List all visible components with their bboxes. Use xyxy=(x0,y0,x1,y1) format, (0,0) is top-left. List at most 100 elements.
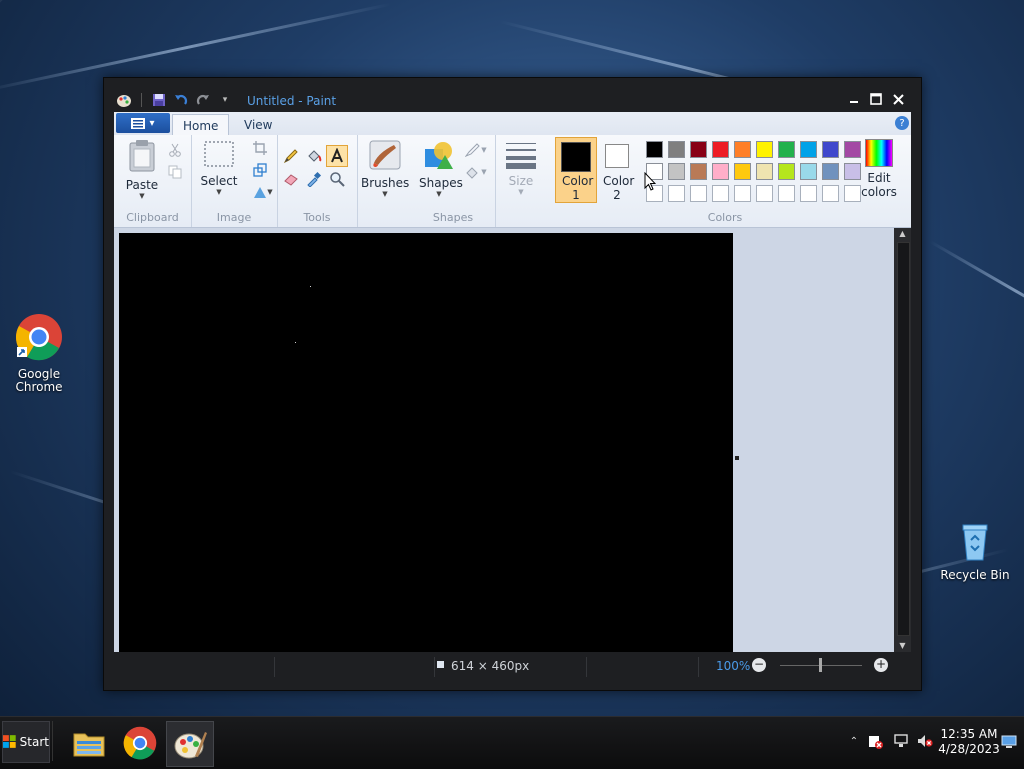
zoom-slider-thumb[interactable] xyxy=(819,658,822,672)
palette-swatch[interactable] xyxy=(800,141,817,158)
palette-swatch[interactable] xyxy=(734,141,751,158)
close-icon xyxy=(892,93,904,105)
crop-icon xyxy=(253,141,267,155)
chrome-icon xyxy=(123,726,157,760)
canvas-workspace[interactable] xyxy=(114,228,894,652)
group-colors: Color 1 Color 2 Edit colors Colors xyxy=(545,135,905,227)
palette-swatch-empty[interactable] xyxy=(800,185,817,202)
copy-button[interactable] xyxy=(164,161,186,183)
eraser-tool[interactable] xyxy=(280,168,302,190)
undo-icon[interactable] xyxy=(173,92,189,108)
customize-qat-icon[interactable]: ▾ xyxy=(217,92,233,108)
title-bar[interactable]: ▾ Untitled - Paint xyxy=(104,78,921,112)
brushes-button[interactable]: Brushes ▼ xyxy=(361,139,409,198)
network-icon[interactable] xyxy=(892,731,910,751)
shapes-button[interactable]: Shapes ▼ xyxy=(419,139,463,198)
palette-swatch[interactable] xyxy=(822,141,839,158)
scrollbar-thumb[interactable] xyxy=(897,242,910,636)
vertical-scrollbar[interactable]: ▲ ▼ xyxy=(894,228,911,652)
palette-swatch-empty[interactable] xyxy=(734,185,751,202)
drawing-canvas[interactable] xyxy=(119,233,733,652)
recycle-bin-icon xyxy=(962,524,988,561)
palette-swatch-empty[interactable] xyxy=(778,185,795,202)
palette-swatch[interactable] xyxy=(668,163,685,180)
tab-view[interactable]: View xyxy=(234,114,282,135)
file-menu-button[interactable]: ▾ xyxy=(116,113,170,133)
edit-colors-button[interactable]: Edit colors xyxy=(857,139,901,199)
windows-logo-icon xyxy=(3,735,16,748)
outline-button[interactable]: ▼ xyxy=(461,139,491,161)
zoom-in-button[interactable]: + xyxy=(874,658,888,672)
cut-button[interactable] xyxy=(164,139,186,161)
palette-swatch[interactable] xyxy=(822,163,839,180)
text-icon xyxy=(331,148,343,163)
color2-button[interactable]: Color 2 xyxy=(597,137,637,202)
color2-swatch xyxy=(605,144,629,168)
eraser-icon xyxy=(284,174,298,186)
palette-swatch[interactable] xyxy=(778,141,795,158)
palette-swatch[interactable] xyxy=(690,141,707,158)
group-image: Select ▼ ▼ Image xyxy=(191,135,278,227)
palette-swatch-empty[interactable] xyxy=(668,185,685,202)
resize-button[interactable] xyxy=(249,159,271,181)
redo-icon[interactable] xyxy=(195,92,211,108)
taskbar-paint[interactable] xyxy=(166,721,214,767)
chevron-down-icon: ▼ xyxy=(139,192,145,200)
palette-swatch[interactable] xyxy=(800,163,817,180)
palette-swatch[interactable] xyxy=(712,141,729,158)
ribbon-home: Paste ▼ Clipboard Select ▼ ▼ Image Tools… xyxy=(114,135,911,228)
fill-tool[interactable] xyxy=(303,145,325,167)
show-hidden-icons-button[interactable]: ⌃ xyxy=(848,731,860,751)
text-tool[interactable] xyxy=(326,145,348,167)
palette-swatch[interactable] xyxy=(756,141,773,158)
save-icon[interactable] xyxy=(151,92,167,108)
help-icon[interactable]: ? xyxy=(895,116,909,130)
palette-swatch[interactable] xyxy=(756,163,773,180)
crop-button[interactable] xyxy=(249,137,271,159)
taskbar-chrome[interactable] xyxy=(117,721,163,765)
color1-button[interactable]: Color 1 xyxy=(555,137,597,203)
tab-home[interactable]: Home xyxy=(172,114,230,136)
canvas-resize-handle[interactable] xyxy=(735,456,739,460)
maximize-button[interactable] xyxy=(866,90,886,108)
image-size-icon xyxy=(437,661,444,668)
select-label: Select xyxy=(200,174,238,188)
minimize-button[interactable] xyxy=(844,90,864,108)
scroll-down-icon[interactable]: ▼ xyxy=(894,640,911,652)
chevron-down-icon: ▼ xyxy=(216,188,222,196)
system-clock[interactable]: 12:35 AM 4/28/2023 xyxy=(938,727,1000,757)
fill-shape-icon xyxy=(466,167,479,179)
paste-button[interactable]: Paste ▼ xyxy=(122,139,162,200)
color-picker-tool[interactable] xyxy=(303,168,325,190)
palette-swatch-empty[interactable] xyxy=(756,185,773,202)
palette-swatch[interactable] xyxy=(690,163,707,180)
select-button[interactable]: Select ▼ xyxy=(197,139,241,196)
desktop-icon-chrome[interactable]: Google Chrome xyxy=(0,313,79,394)
color1-label: Color 1 xyxy=(562,174,594,202)
palette-swatch-empty[interactable] xyxy=(712,185,729,202)
zoom-out-button[interactable]: − xyxy=(752,658,766,672)
taskbar-file-explorer[interactable] xyxy=(66,721,112,765)
palette-swatch[interactable] xyxy=(778,163,795,180)
paint-app-icon[interactable] xyxy=(116,92,132,108)
line-size-icon xyxy=(506,143,536,169)
palette-swatch-empty[interactable] xyxy=(822,185,839,202)
palette-swatch[interactable] xyxy=(668,141,685,158)
fill-shape-button[interactable]: ▼ xyxy=(461,161,491,183)
volume-muted-icon[interactable] xyxy=(916,731,934,751)
shapes-icon xyxy=(425,142,453,169)
show-desktop-icon[interactable] xyxy=(1000,731,1018,751)
palette-swatch-empty[interactable] xyxy=(690,185,707,202)
desktop-icon-recycle-bin[interactable]: Recycle Bin xyxy=(935,520,1015,582)
action-center-icon[interactable] xyxy=(866,731,884,751)
scroll-up-icon[interactable]: ▲ xyxy=(894,228,911,240)
rotate-button[interactable]: ▼ xyxy=(249,181,277,203)
palette-swatch[interactable] xyxy=(646,141,663,158)
palette-swatch[interactable] xyxy=(734,163,751,180)
start-button[interactable]: Start xyxy=(2,721,50,763)
close-button[interactable] xyxy=(888,90,908,108)
size-button[interactable]: Size ▼ xyxy=(501,141,541,196)
magnifier-tool[interactable] xyxy=(326,168,348,190)
palette-swatch[interactable] xyxy=(712,163,729,180)
pencil-tool[interactable] xyxy=(280,145,302,167)
